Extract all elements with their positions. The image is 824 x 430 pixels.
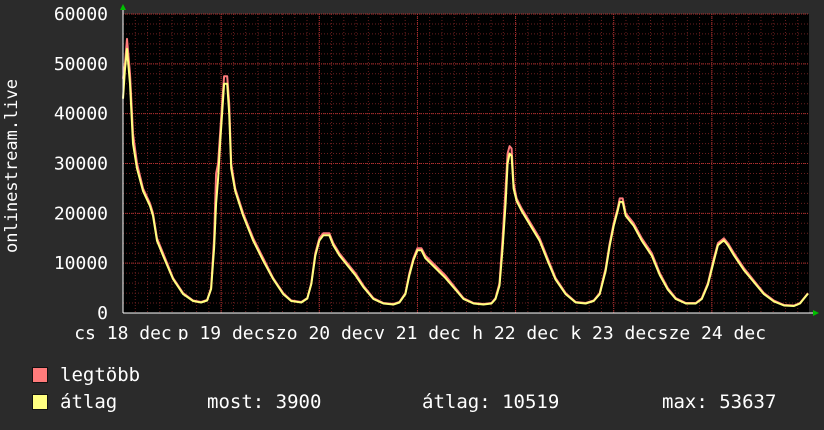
x-tick-label: cs 18 dec [74, 323, 172, 340]
y-tick-label: 20000 [54, 203, 108, 224]
y-tick-label: 30000 [54, 154, 108, 175]
y-tick-label: 40000 [54, 104, 108, 125]
legend-item-legtobb: legtöbb [32, 364, 140, 386]
chart: 0 10000 20000 30000 40000 50000 60000 cs 18 dec… [54, 4, 819, 340]
y-axis-label: onlinestream.live [2, 79, 22, 253]
y-axis-arrow-icon [120, 4, 126, 10]
y-tick-label: 10000 [54, 253, 108, 274]
legend-item-atlag: átlag [32, 391, 117, 413]
stat-max: max: 53637 [662, 391, 777, 413]
x-tick-label: v 21 dec [374, 323, 461, 340]
x-tick-label: p 19 dec [178, 323, 265, 340]
legend-swatch-atlag [32, 394, 48, 410]
legend-label-legtobb: legtöbb [60, 364, 141, 386]
x-tick-label: sze 24 dec [658, 323, 766, 340]
y-tick-label: 0 [97, 303, 108, 324]
x-axis-arrow-icon [813, 310, 819, 316]
y-tick-label: 60000 [54, 4, 108, 25]
x-tick-label: szo 20 dec [265, 323, 373, 340]
y-tick-label: 50000 [54, 54, 108, 75]
legend-label-atlag: átlag [60, 391, 118, 413]
legend-swatch-legtobb [32, 367, 48, 383]
x-tick-label: h 22 dec [472, 323, 559, 340]
stat-most: most: 3900 [207, 391, 322, 413]
x-tick-label: k 23 dec [570, 323, 657, 340]
stat-atlag: átlag: 10519 [422, 391, 560, 413]
